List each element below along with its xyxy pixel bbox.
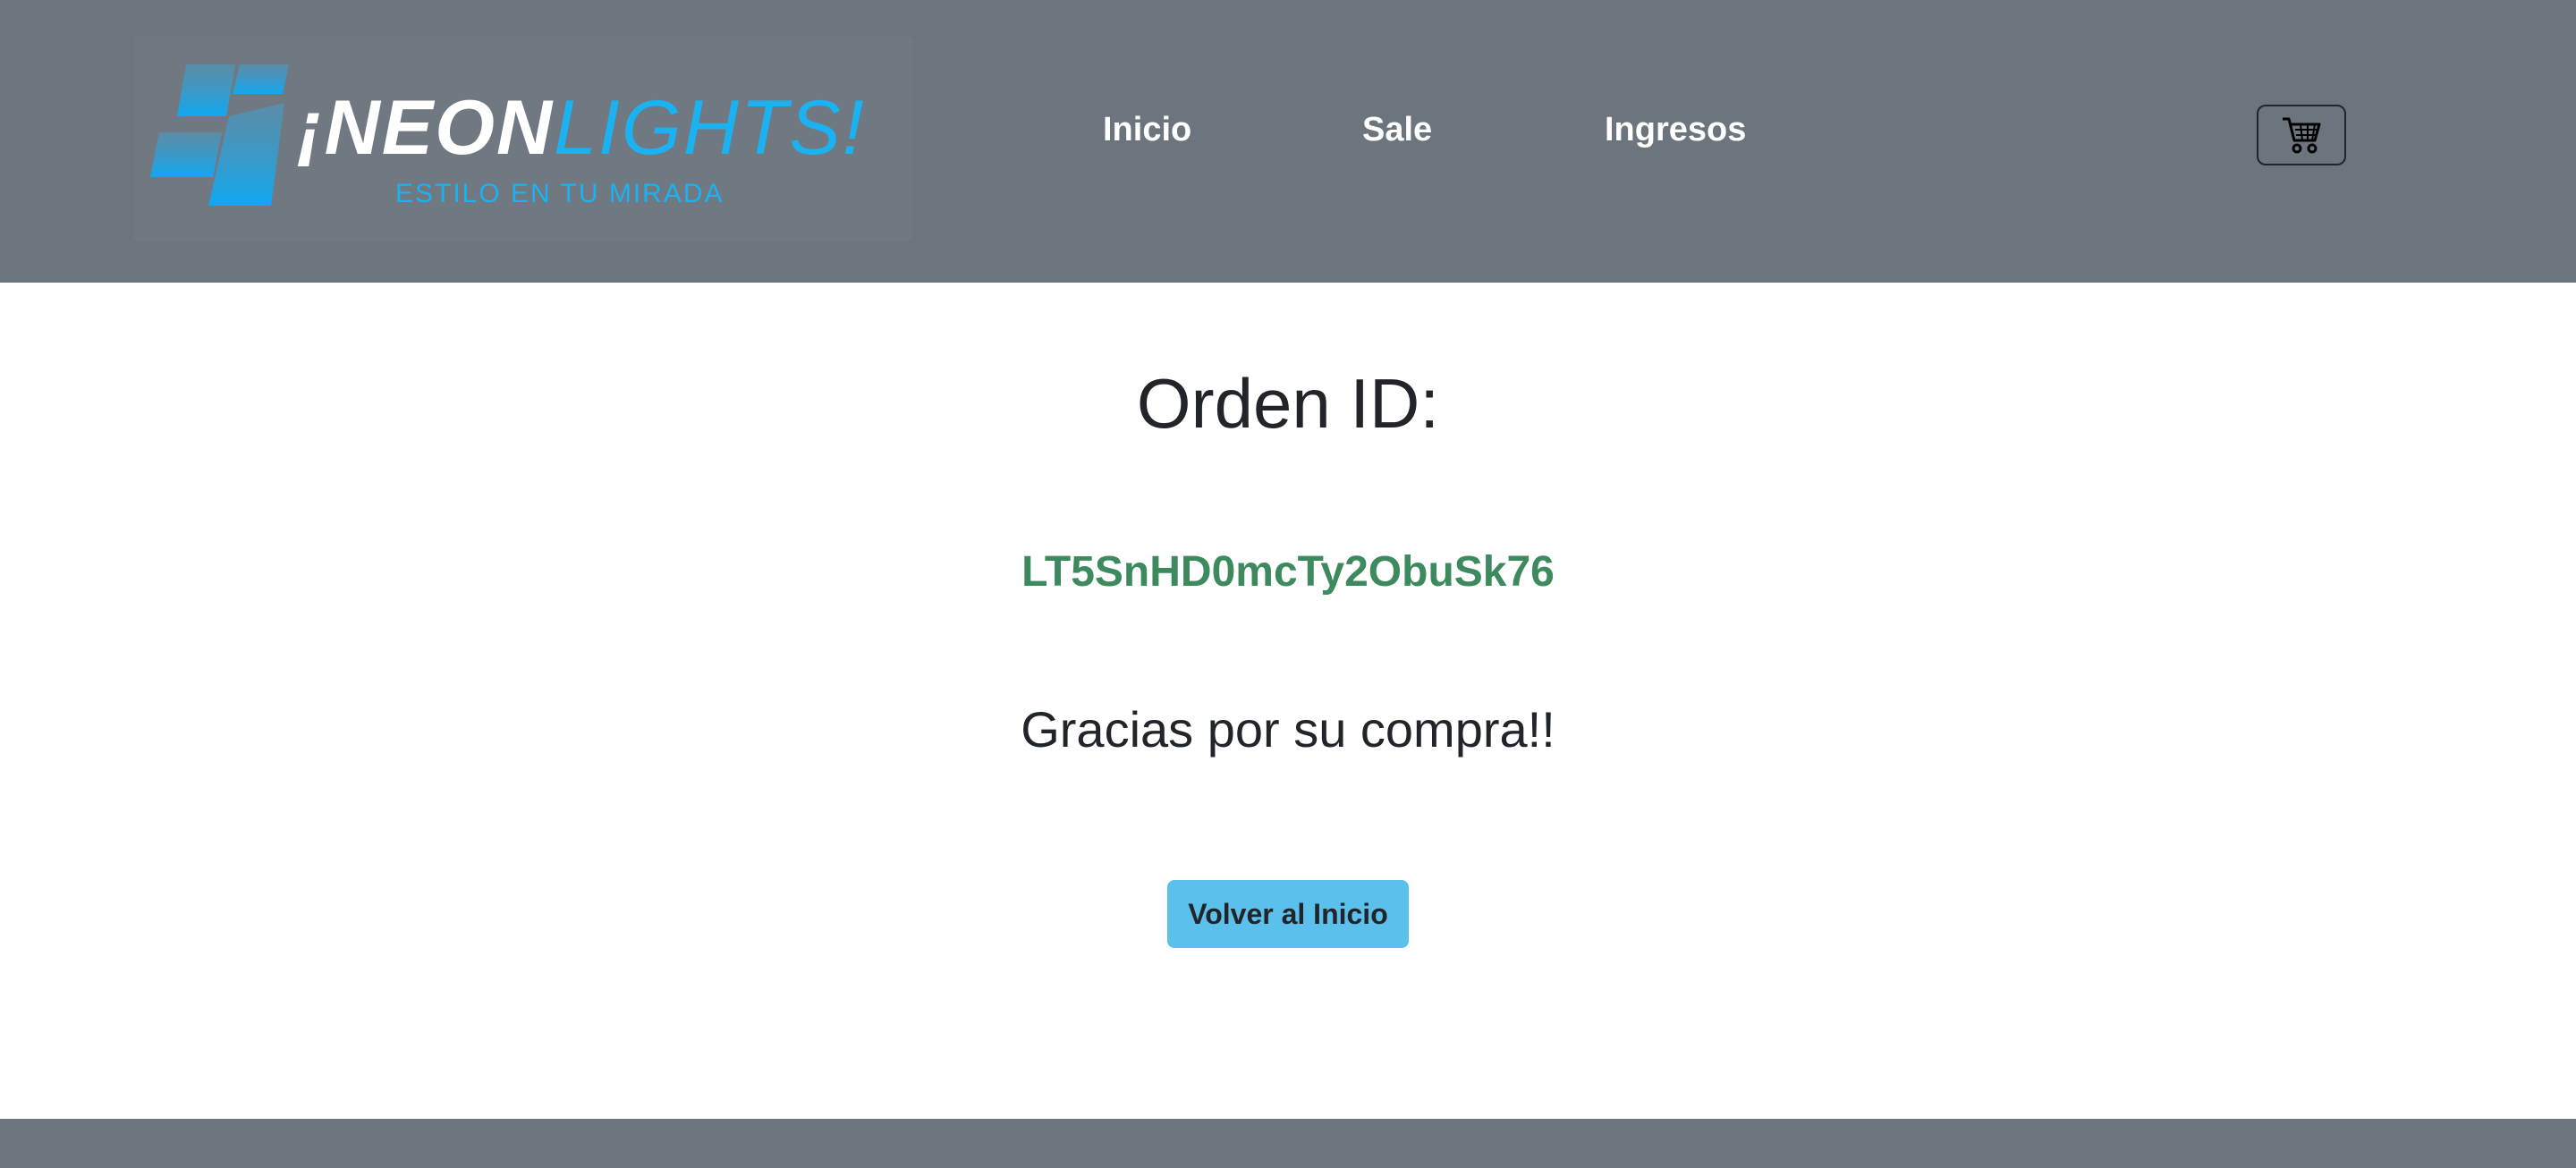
cart-icon: [2283, 117, 2321, 154]
nav-link-ingresos[interactable]: Ingresos: [1605, 113, 1746, 147]
logo-tagline: ESTILO EN TU MIRADA: [395, 179, 724, 208]
cart-button[interactable]: [2257, 105, 2346, 165]
logo-mark-icon: [150, 64, 289, 206]
back-to-home-button[interactable]: Volver al Inicio: [1167, 880, 1409, 948]
thank-you-message: Gracias por su compra!!: [1021, 701, 1555, 758]
footer: [0, 1119, 2576, 1168]
logo-word-lights: LIGHTS!: [554, 85, 866, 171]
logo-word-neon: ¡NEON: [297, 85, 555, 171]
order-id-value: LT5SnHD0mcTy2ObuSk76: [1021, 548, 1555, 596]
page-title: Orden ID:: [1136, 364, 1440, 443]
logo-wordmark: ¡NEONLIGHTS!: [297, 89, 866, 166]
nav-link-sale[interactable]: Sale: [1362, 113, 1432, 147]
order-confirmation: Orden ID: LT5SnHD0mcTy2ObuSk76 Gracias p…: [0, 283, 2576, 1119]
navbar: ¡NEONLIGHTS! ESTILO EN TU MIRADA Inicio …: [0, 0, 2576, 283]
brand-logo[interactable]: ¡NEONLIGHTS! ESTILO EN TU MIRADA: [134, 36, 912, 241]
nav-link-inicio[interactable]: Inicio: [1103, 113, 1191, 147]
